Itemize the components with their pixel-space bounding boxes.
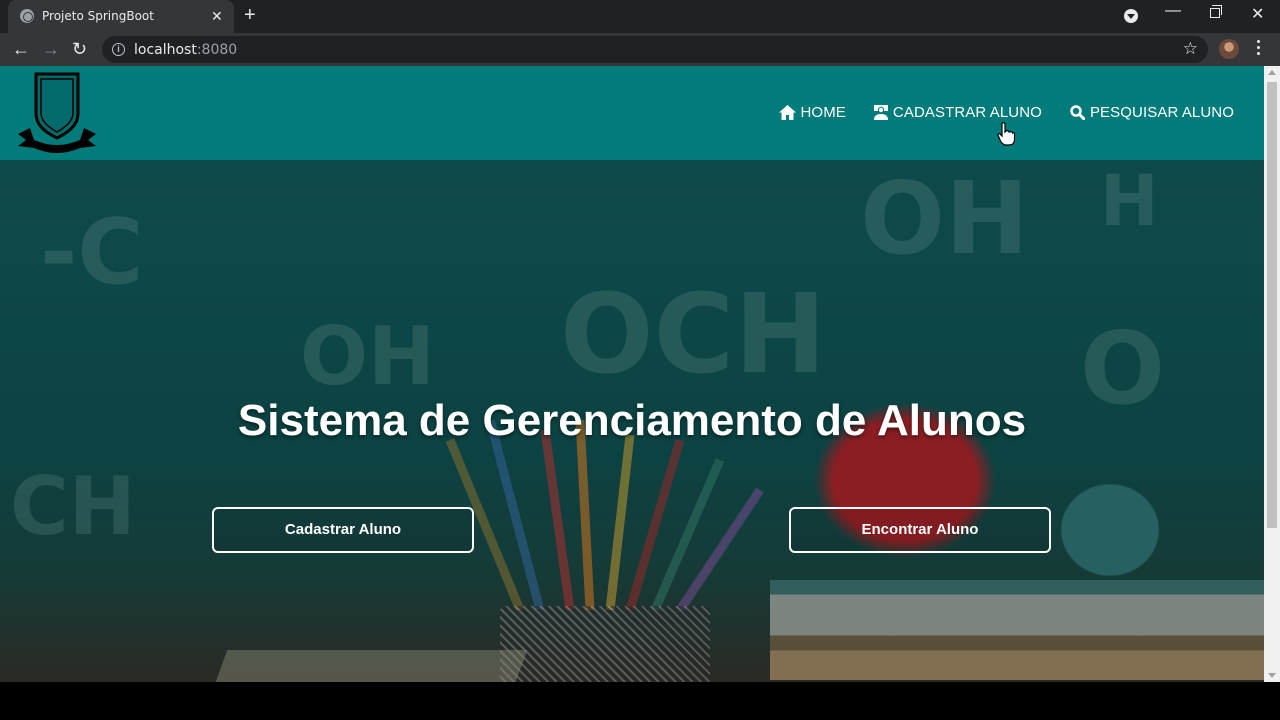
scroll-up-icon[interactable] [1268,70,1276,75]
background-decoration: OH [860,160,1029,277]
background-decoration: OH [300,310,435,403]
nav-cadastrar-aluno[interactable]: CADASTRAR ALUNO [873,104,1042,121]
main-nav: HOME CADASTRAR ALUNO PESQUISAR ALUNO [778,104,1235,121]
browser-toolbar: ← → ↻ i localhost:8080 ☆ [0,33,1280,66]
home-icon [778,105,796,120]
web-page: HOME CADASTRAR ALUNO PESQUISAR ALUNO -C … [0,66,1264,682]
site-header: HOME CADASTRAR ALUNO PESQUISAR ALUNO [0,66,1264,160]
hero-section: -C OH OCH OH O CH H Sistema de Gerenciam… [0,160,1264,682]
user-card-icon [873,105,888,120]
notebook-image [212,650,528,682]
new-tab-button[interactable]: + [244,5,256,25]
browser-tab-bar: Projeto SpringBoot ✕ + — ✕ [0,0,1280,33]
info-icon[interactable]: i [112,43,125,56]
shield-logo-icon[interactable] [16,70,98,156]
hand-cursor-icon [997,122,1015,146]
encontrar-aluno-button[interactable]: Encontrar Aluno [789,507,1051,553]
forward-icon[interactable]: → [42,39,60,59]
scroll-down-icon[interactable] [1268,673,1276,678]
nav-pesquisar-label: PESQUISAR ALUNO [1089,104,1234,121]
background-decoration: CH [10,460,136,553]
background-decoration: H [1100,160,1159,242]
browser-tab[interactable]: Projeto SpringBoot ✕ [8,0,234,33]
nav-home[interactable]: HOME [778,104,846,121]
background-decoration: OCH [560,270,827,398]
minimize-button[interactable]: — [1165,2,1181,20]
url-port: :8080 [196,42,238,58]
books-image [770,580,1264,680]
globe-icon [20,9,34,23]
screen-bottom [0,682,1280,720]
tab-search-icon[interactable] [1124,9,1138,23]
browser-menu-icon[interactable] [1256,40,1262,58]
url-host: localhost [134,42,197,58]
nav-cadastrar-label: CADASTRAR ALUNO [892,104,1042,121]
background-decoration: -C [40,200,144,305]
bookmark-star-icon[interactable]: ☆ [1183,39,1198,59]
scroll-thumb[interactable] [1267,82,1277,528]
pencils-image [445,420,764,610]
window-close-button[interactable]: ✕ [1251,4,1264,24]
tab-close-icon[interactable]: ✕ [211,8,223,24]
back-icon[interactable]: ← [12,39,30,59]
reload-icon[interactable]: ↻ [72,39,87,59]
address-bar[interactable]: i localhost:8080 ☆ [102,36,1208,63]
restore-button[interactable] [1210,5,1222,18]
avatar[interactable] [1219,39,1239,59]
nav-pesquisar-aluno[interactable]: PESQUISAR ALUNO [1070,104,1234,121]
url-text[interactable]: localhost:8080 [134,42,237,58]
hero-title: Sistema de Gerenciamento de Alunos [237,396,1027,445]
tab-title: Projeto SpringBoot [42,9,154,23]
pencil-cup-image [500,606,710,682]
page-scrollbar[interactable] [1264,66,1280,682]
nav-home-label: HOME [800,104,846,121]
cadastrar-aluno-button[interactable]: Cadastrar Aluno [212,507,474,553]
search-icon [1070,105,1085,120]
